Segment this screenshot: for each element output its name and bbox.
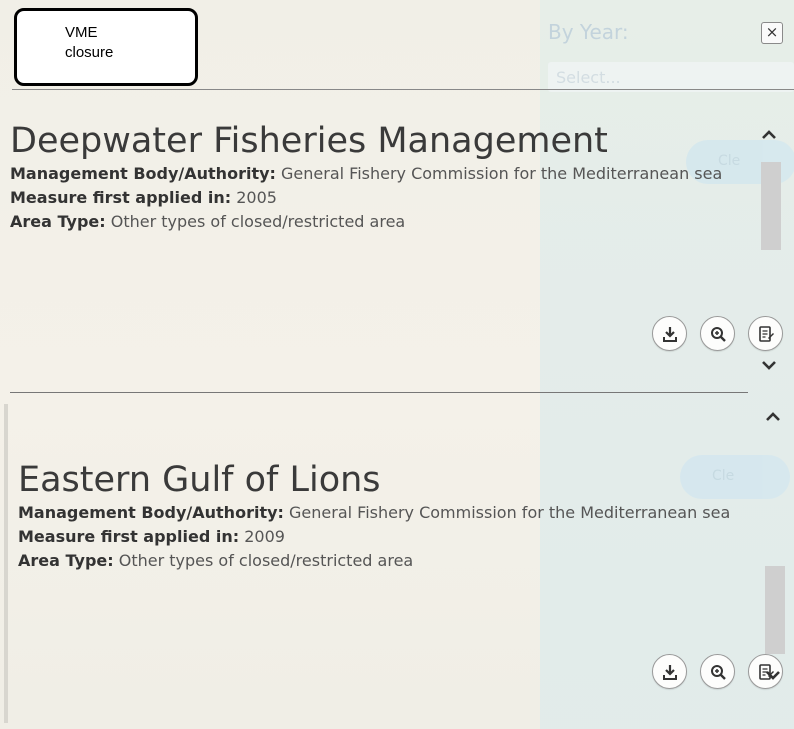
popup-top-divider [12, 89, 794, 90]
area-label: Area Type: [18, 551, 114, 570]
result-card: Eastern Gulf of Lions Management Body/Au… [0, 459, 770, 573]
authority-value: General Fishery Commission for the Medit… [289, 503, 731, 522]
year-line: Measure first applied in: 2005 [10, 186, 770, 210]
chevron-up-icon[interactable] [760, 404, 786, 430]
area-value: Other types of closed/restricted area [118, 551, 414, 570]
authority-label: Management Body/Authority: [18, 503, 284, 522]
vme-closure-label-box: VME closure [14, 8, 198, 86]
area-value: Other types of closed/restricted area [110, 212, 406, 231]
download-icon[interactable] [652, 654, 687, 689]
result-title[interactable]: Deepwater Fisheries Management [10, 120, 770, 162]
year-value: 2009 [244, 527, 285, 546]
area-line: Area Type: Other types of closed/restric… [10, 210, 770, 234]
result-divider [10, 392, 748, 393]
zoom-in-icon[interactable] [700, 316, 735, 351]
download-icon[interactable] [652, 316, 687, 351]
screen: By Year: Select... Cle Cle VME closure ×… [0, 0, 794, 729]
chevron-up-icon[interactable] [756, 122, 782, 148]
year-select[interactable]: Select... [548, 62, 794, 92]
year-label: Measure first applied in: [10, 188, 232, 207]
authority-value: General Fishery Commission for the Medit… [281, 164, 723, 183]
area-line: Area Type: Other types of closed/restric… [18, 549, 770, 573]
authority-label: Management Body/Authority: [10, 164, 276, 183]
authority-line: Management Body/Authority: General Fishe… [18, 501, 748, 525]
scrollbar-thumb[interactable] [761, 162, 781, 250]
close-icon[interactable]: × [761, 22, 783, 44]
by-year-label: By Year: [548, 20, 629, 44]
zoom-in-icon[interactable] [700, 654, 735, 689]
result-card: Deepwater Fisheries Management Managemen… [0, 120, 770, 234]
year-value: 2005 [236, 188, 277, 207]
chevron-down-icon[interactable] [760, 662, 786, 688]
results-scrollbar[interactable] [760, 404, 786, 689]
year-label: Measure first applied in: [18, 527, 240, 546]
chevron-down-icon[interactable] [756, 352, 782, 378]
vme-label: VME [65, 24, 98, 41]
results-scrollbar[interactable] [756, 122, 782, 380]
scrollbar-thumb[interactable] [765, 566, 785, 654]
year-line: Measure first applied in: 2009 [18, 525, 770, 549]
closure-label: closure [65, 44, 114, 61]
result-title[interactable]: Eastern Gulf of Lions [18, 459, 770, 501]
area-label: Area Type: [10, 212, 106, 231]
authority-line: Management Body/Authority: General Fishe… [10, 162, 730, 186]
